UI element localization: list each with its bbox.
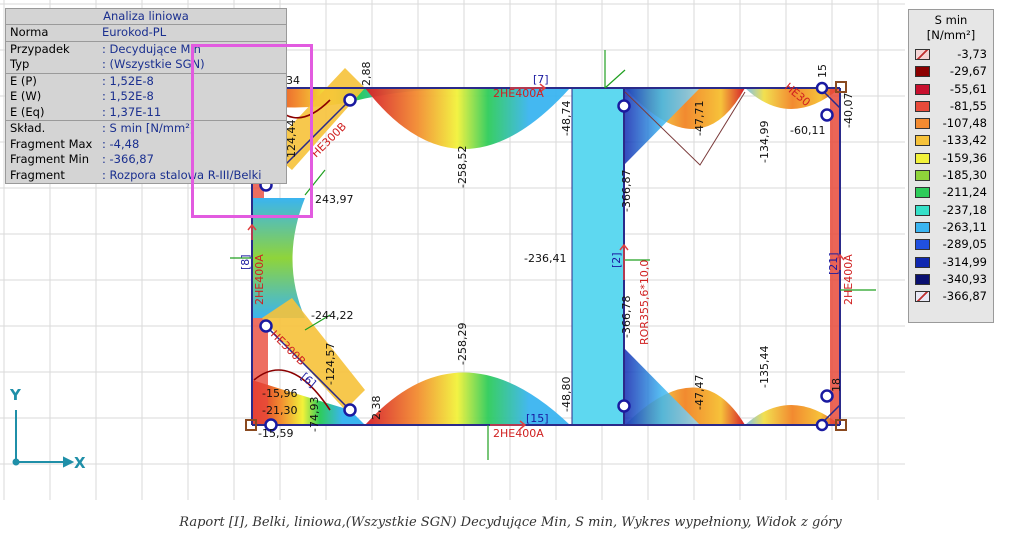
member-number: [8] [239, 254, 252, 270]
section-label: 2HE400A [493, 427, 544, 440]
legend-value: -185,30 [942, 168, 987, 183]
legend-value: -55,61 [949, 81, 987, 96]
legend-title: S min [934, 13, 968, 27]
legend-entry: -3,73 [909, 46, 993, 63]
legend-entry: -314,99 [909, 254, 993, 271]
legend-value: -211,24 [942, 185, 987, 200]
section-label: ROR355,6*10,0 [638, 260, 651, 345]
legend-swatch [915, 221, 930, 233]
legend-value: -159,36 [942, 150, 987, 165]
value-label: -40,07 [842, 93, 855, 128]
section-label: 2HE400A [842, 254, 855, 305]
legend-swatch [915, 170, 930, 182]
legend-entry: -159,36 [909, 150, 993, 167]
strut-right-diagram-bottom [624, 348, 700, 425]
section-label: 2HE400A [253, 254, 266, 305]
value-label: -366,87 [620, 170, 633, 212]
member-number: [15] [526, 412, 549, 425]
legend-swatch [915, 256, 930, 268]
legend-entry: -107,48 [909, 115, 993, 132]
value-label: -15,59 [258, 427, 293, 440]
y-axis-label: Y [10, 386, 21, 404]
color-legend: S min [N/mm²] -3,73 -29,67 -55,61 -81,55 -10… [908, 9, 994, 323]
legend-entry: -133,42 [909, 132, 993, 149]
value-label: -244,22 [311, 309, 353, 322]
legend-value: -366,87 [942, 289, 987, 304]
legend-value: -133,42 [942, 133, 987, 148]
value-label: 243,97 [315, 193, 354, 206]
value-label: 18 [830, 378, 843, 392]
value-label: -258,29 [456, 323, 469, 365]
value-label: -135,44 [758, 346, 771, 388]
legend-swatch [915, 204, 930, 216]
selection-highlight [191, 44, 313, 218]
value-label: -74,93 [308, 397, 321, 432]
legend-entry: -55,61 [909, 81, 993, 98]
value-label: -48,80 [560, 377, 573, 412]
legend-swatch [915, 49, 930, 60]
value-label: 2,88 [360, 62, 373, 87]
value-label: -47,71 [693, 101, 706, 136]
legend-value: -3,73 [957, 47, 987, 61]
legend-value: -263,11 [942, 219, 987, 234]
value-label: -60,11 [790, 124, 825, 137]
legend-value: -29,67 [949, 64, 987, 79]
legend-swatch [915, 100, 930, 112]
value-label: -124,57 [324, 343, 337, 385]
legend-entries: -3,73 -29,67 -55,61 -81,55 -107,48 -133,42 -15… [909, 46, 993, 305]
value-label: -47,47 [693, 375, 706, 410]
section-label: 2HE400A [493, 87, 544, 100]
value-label: 2,38 [370, 396, 383, 421]
legend-swatch [915, 239, 930, 251]
member-number: [7] [533, 73, 549, 86]
legend-entry: -289,05 [909, 236, 993, 253]
legend-entry: -366,87 [909, 288, 993, 305]
legend-swatch [915, 135, 930, 147]
legend-entry: -237,18 [909, 202, 993, 219]
legend-swatch [915, 83, 930, 95]
legend-swatch [915, 118, 930, 130]
legend-swatch [915, 291, 930, 303]
value-label: -21,30 [262, 404, 297, 417]
legend-value: -107,48 [942, 116, 987, 131]
value-label: -134,99 [758, 121, 771, 163]
value-label: -15,96 [262, 387, 297, 400]
legend-value: -314,99 [942, 254, 987, 269]
x-axis-label: X [74, 454, 86, 472]
legend-swatch [915, 187, 930, 199]
legend-entry: -29,67 [909, 63, 993, 80]
legend-entry: -263,11 [909, 219, 993, 236]
info-panel-title: Analiza liniowa [6, 9, 286, 25]
value-label: 15 [816, 64, 829, 78]
legend-swatch [915, 66, 930, 78]
legend-value: -340,93 [942, 271, 987, 286]
value-label: -258,52 [456, 146, 469, 188]
value-label: -48,74 [560, 101, 573, 136]
legend-swatch [915, 152, 930, 164]
legend-value: -81,55 [949, 98, 987, 113]
legend-entry: -185,30 [909, 167, 993, 184]
info-row: Norma Eurokod-PL [10, 25, 167, 39]
legend-entry: -340,93 [909, 271, 993, 288]
member-number: [2] [610, 252, 623, 268]
member-number: [21] [827, 252, 840, 275]
value-label: -236,41 [524, 252, 566, 265]
legend-entry: -211,24 [909, 184, 993, 201]
legend-entry: -81,55 [909, 98, 993, 115]
value-label: -366,78 [620, 296, 633, 338]
report-caption: Raport [I], Belki, liniowa,(Wszystkie SG… [179, 515, 842, 530]
legend-value: -289,05 [942, 237, 987, 252]
legend-value: -237,18 [942, 202, 987, 217]
legend-swatch [915, 273, 930, 285]
legend-unit: [N/mm²] [926, 28, 976, 42]
